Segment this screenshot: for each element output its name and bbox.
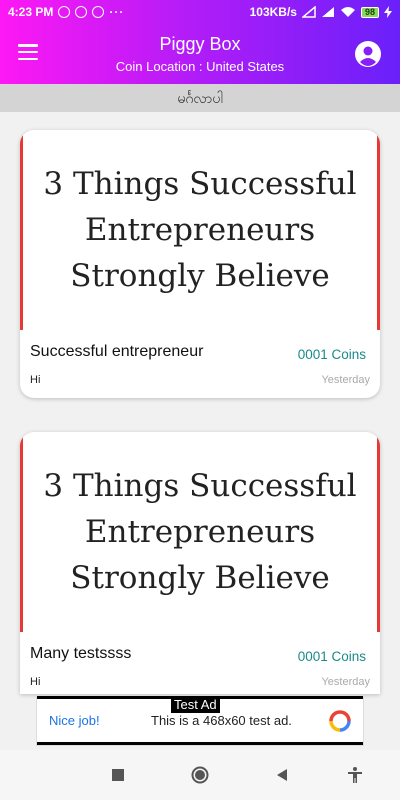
battery-icon: 98 xyxy=(360,6,379,18)
wifi-icon xyxy=(340,7,355,17)
post-card[interactable]: 3 Things Successful Entrepreneurs Strong… xyxy=(20,130,380,398)
signal-icon xyxy=(301,6,316,18)
card-time: Yesterday xyxy=(321,374,370,386)
card-edge-right xyxy=(377,432,380,632)
square-recents-icon[interactable] xyxy=(109,766,127,784)
test-ad-label: Test Ad xyxy=(171,697,220,713)
triangle-back-icon[interactable] xyxy=(273,766,291,784)
notification-icon xyxy=(58,6,71,18)
card-description: Hi xyxy=(30,374,41,386)
status-bar: 4:23 PM ··· 103KB/s 98 xyxy=(0,0,400,24)
card-edge-right xyxy=(377,130,380,330)
card-time: Yesterday xyxy=(321,676,370,688)
card-coins: 0001 Coins xyxy=(297,347,366,362)
status-time: 4:23 PM xyxy=(8,5,54,19)
app-title: Piggy Box xyxy=(159,34,241,54)
card-image: 3 Things Successful Entrepreneurs Strong… xyxy=(43,468,357,596)
ad-nice-text: Nice job! xyxy=(49,713,100,728)
app-bar: Piggy Box Coin Location : United States xyxy=(0,24,400,84)
card-image: 3 Things Successful Entrepreneurs Strong… xyxy=(43,166,357,294)
card-coins: 0001 Coins xyxy=(297,649,366,664)
card-edge-left xyxy=(20,130,23,330)
account-circle-icon[interactable] xyxy=(354,40,382,68)
sync-icon xyxy=(75,6,88,18)
network-speed: 103KB/s xyxy=(249,5,297,19)
card-title: Successful entrepreneur xyxy=(30,343,204,360)
card-edge-left xyxy=(20,432,23,632)
card-description: Hi xyxy=(30,676,41,688)
category-bar[interactable]: မင်္ဂလာပါ xyxy=(0,84,400,112)
charging-icon xyxy=(384,6,392,18)
navigation-bar xyxy=(0,750,400,800)
more-notifications-icon: ··· xyxy=(109,5,125,19)
ad-text: This is a 468x60 test ad. xyxy=(151,713,292,728)
circle-home-icon[interactable] xyxy=(191,766,209,784)
card-title: Many testssss xyxy=(30,645,132,662)
coin-location: Coin Location : United States xyxy=(115,59,285,74)
accessibility-icon[interactable] xyxy=(346,766,364,784)
signal-icon-2 xyxy=(321,7,334,17)
blocked-icon xyxy=(92,6,105,18)
post-card[interactable]: 3 Things Successful Entrepreneurs Strong… xyxy=(20,432,380,694)
ad-logo-icon xyxy=(329,710,351,732)
